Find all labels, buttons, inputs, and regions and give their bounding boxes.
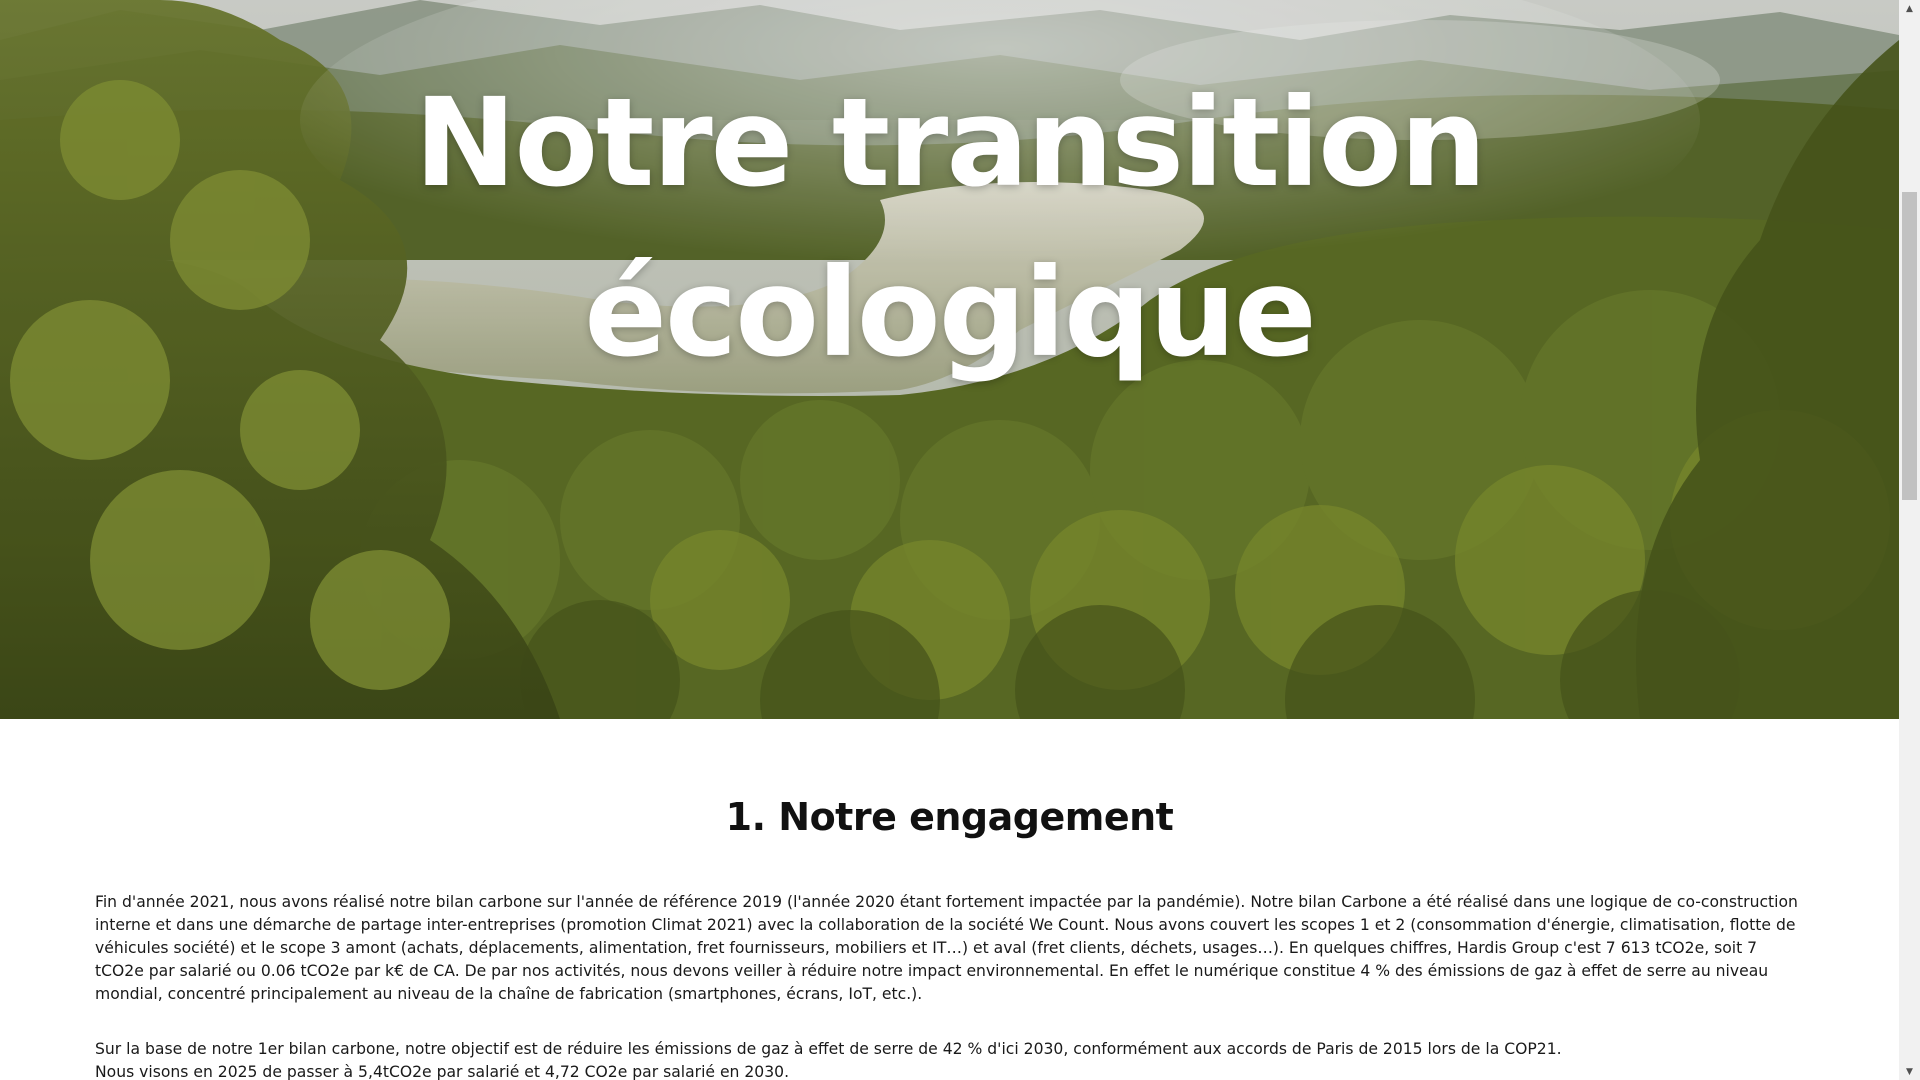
hero-title-line1: Notre transition: [414, 72, 1487, 214]
scroll-up-icon[interactable]: ▲: [1899, 0, 1920, 17]
page: Notre transition écologique 1. Notre eng…: [0, 0, 1899, 1080]
hero-title-line2: écologique: [584, 242, 1317, 384]
engagement-paragraph-2-line2: Nous visons en 2025 de passer à 5,4tCO2e…: [95, 1063, 790, 1080]
section-title: 1. Notre engagement: [725, 795, 1174, 839]
hero-title: Notre transition écologique: [0, 58, 1899, 398]
engagement-paragraph-1: Fin d'année 2021, nous avons réalisé not…: [95, 893, 1798, 1003]
vertical-scrollbar[interactable]: ▲ ▼: [1899, 0, 1920, 1080]
hero-banner: Notre transition écologique: [0, 0, 1899, 719]
engagement-paragraph-2: Sur la base de notre 1er bilan carbone, …: [95, 1038, 1807, 1080]
engagement-section: 1. Notre engagement Fin d'année 2021, no…: [0, 719, 1899, 1080]
scroll-down-icon[interactable]: ▼: [1899, 1063, 1920, 1080]
engagement-paragraph-2-line1: Sur la base de notre 1er bilan carbone, …: [95, 1040, 1562, 1058]
scrollbar-thumb[interactable]: [1902, 192, 1917, 500]
